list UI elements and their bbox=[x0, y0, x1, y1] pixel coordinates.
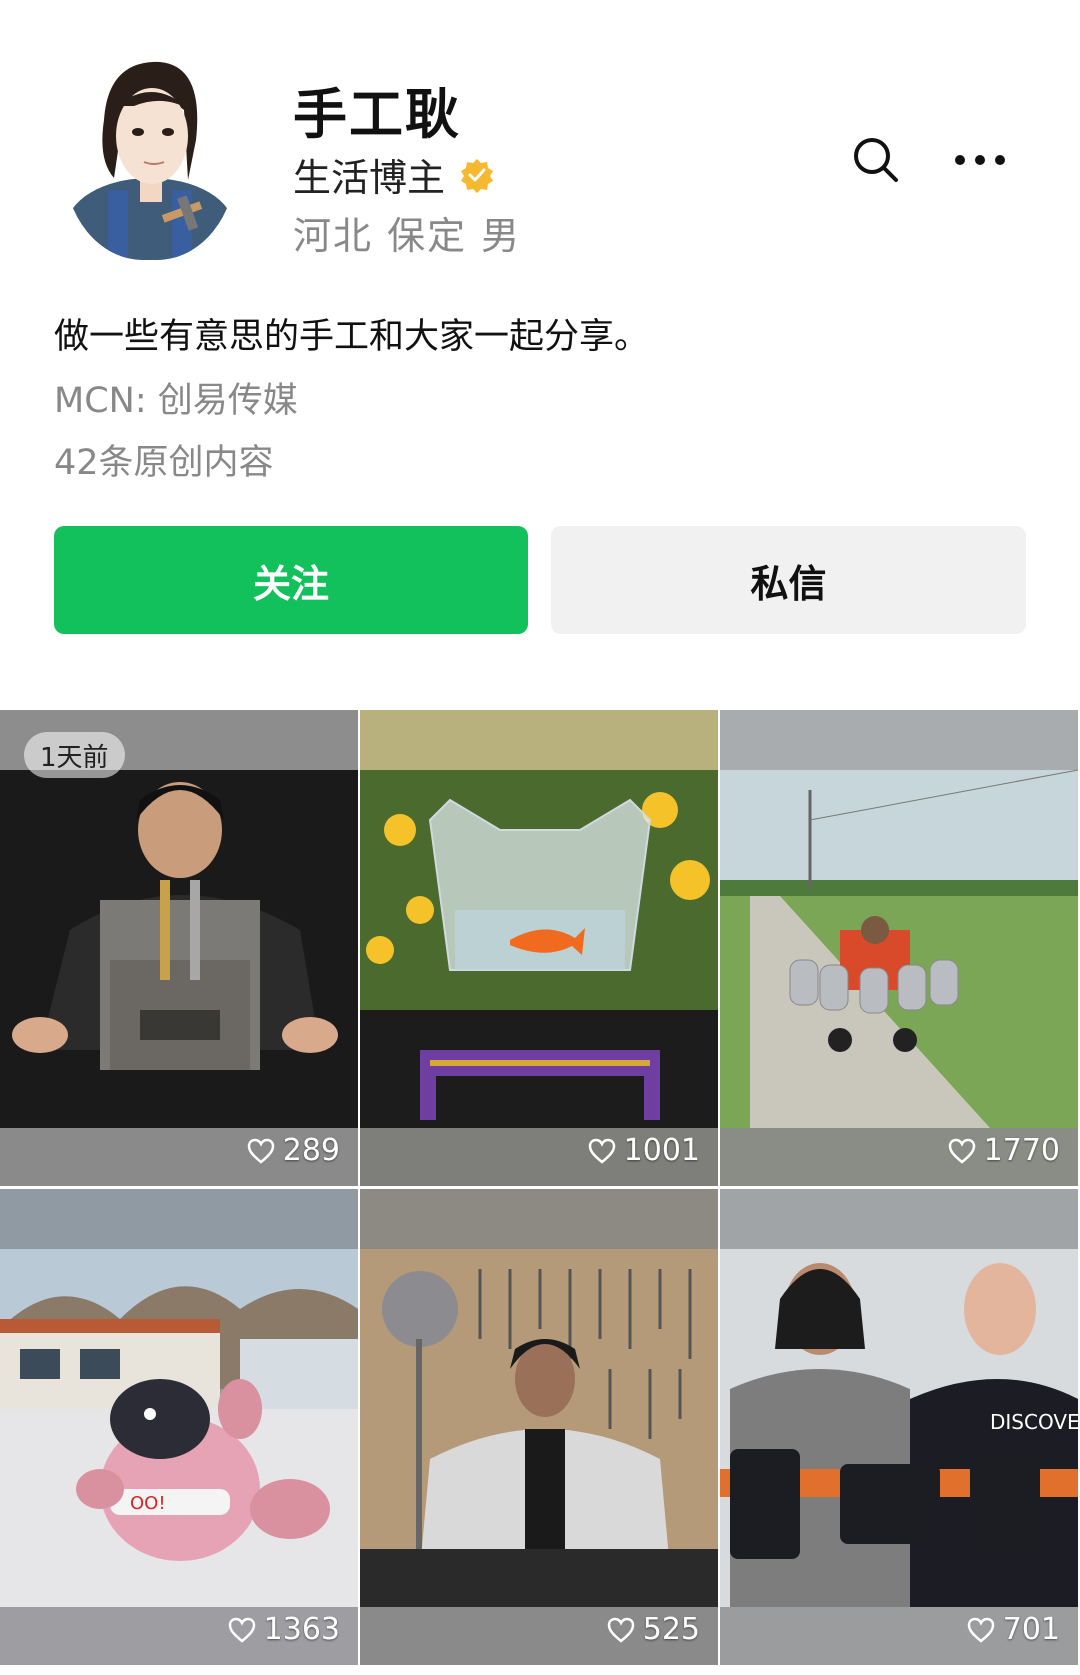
like-count: 1001 bbox=[588, 1133, 700, 1168]
follow-button[interactable]: 关注 bbox=[54, 526, 528, 634]
like-count-value: 525 bbox=[642, 1612, 700, 1647]
like-count-value: 1001 bbox=[623, 1133, 700, 1168]
like-count: 289 bbox=[247, 1133, 340, 1168]
video-thumbnail bbox=[0, 710, 358, 1186]
like-count: 1363 bbox=[228, 1612, 340, 1647]
video-thumbnail bbox=[360, 710, 718, 1186]
message-button[interactable]: 私信 bbox=[551, 526, 1026, 634]
verified-badge-icon bbox=[461, 158, 494, 193]
video-tile[interactable]: 525 bbox=[360, 1189, 718, 1665]
like-count-value: 1770 bbox=[983, 1133, 1060, 1168]
like-count-value: 1363 bbox=[263, 1612, 340, 1647]
profile-role: 生活博主 bbox=[293, 156, 446, 200]
video-tile[interactable]: 1001 bbox=[360, 710, 718, 1186]
search-button[interactable] bbox=[846, 130, 906, 190]
video-thumbnail bbox=[720, 710, 1078, 1186]
like-count-value: 289 bbox=[282, 1133, 340, 1168]
profile-name: 手工耿 bbox=[293, 83, 461, 146]
profile-location: 河北 保定 男 bbox=[293, 214, 522, 258]
video-thumbnail: DISCOVE bbox=[720, 1189, 1078, 1665]
svg-text:OO!: OO! bbox=[130, 1493, 166, 1514]
like-count-value: 701 bbox=[1002, 1612, 1060, 1647]
heart-icon bbox=[228, 1617, 255, 1643]
profile-header: 手工耿 生活博主 河北 保定 男 做一些有意思的手工和大家一起分享。 MCN: … bbox=[0, 0, 1080, 710]
video-thumbnail bbox=[360, 1189, 718, 1665]
like-count: 701 bbox=[967, 1612, 1060, 1647]
heart-icon bbox=[607, 1617, 634, 1643]
svg-text:DISCOVE: DISCOVE bbox=[990, 1410, 1078, 1434]
like-count: 1770 bbox=[948, 1133, 1060, 1168]
heart-icon bbox=[247, 1138, 274, 1164]
more-icon bbox=[955, 155, 1005, 165]
video-tile[interactable]: DISCOVE 701 bbox=[720, 1189, 1078, 1665]
like-count: 525 bbox=[607, 1612, 700, 1647]
more-button[interactable] bbox=[950, 130, 1010, 190]
video-tile[interactable]: 1天前 289 bbox=[0, 710, 358, 1186]
video-tile[interactable]: 1770 bbox=[720, 710, 1078, 1186]
profile-mcn: MCN: 创易传媒 bbox=[54, 381, 298, 421]
profile-role-row: 生活博主 bbox=[293, 147, 495, 202]
video-thumbnail: OO! bbox=[0, 1189, 358, 1665]
profile-bio: 做一些有意思的手工和大家一起分享。 bbox=[54, 317, 650, 357]
profile-content-count: 42条原创内容 bbox=[54, 443, 274, 483]
video-grid: 1天前 289 1001 1770 OO! 1363 525 DISCOVE 7… bbox=[0, 710, 1080, 1665]
time-badge: 1天前 bbox=[24, 732, 125, 778]
heart-icon bbox=[967, 1617, 994, 1643]
heart-icon bbox=[948, 1138, 975, 1164]
video-tile[interactable]: OO! 1363 bbox=[0, 1189, 358, 1665]
heart-icon bbox=[588, 1138, 615, 1164]
search-icon bbox=[854, 138, 898, 182]
avatar[interactable] bbox=[64, 50, 236, 260]
